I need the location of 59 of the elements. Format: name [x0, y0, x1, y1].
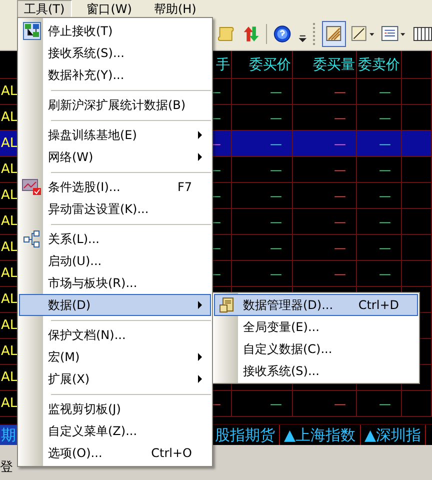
table-cell: AL — [1, 110, 18, 125]
table-cell: — — [379, 188, 391, 202]
table-cell: AL — [1, 240, 18, 255]
table-cell: AL — [1, 266, 18, 281]
menu-bar-item[interactable]: 窗口(W) — [80, 0, 139, 18]
table-cell: — — [334, 396, 346, 410]
menu-item[interactable]: 监视剪切板(J) — [19, 398, 211, 420]
menu-item[interactable]: 自定义数据(C)... — [214, 338, 418, 360]
menu-item[interactable]: 数据(D) — [19, 294, 211, 316]
table-cell: — — [334, 266, 346, 280]
table-cell: — — [270, 396, 282, 410]
table-cell: — — [334, 110, 346, 124]
column-header[interactable]: 委买价 — [249, 56, 291, 74]
table-cell: — — [334, 240, 346, 254]
table-cell: — — [379, 266, 391, 280]
table-cell: — — [334, 84, 346, 98]
table-cell: — — [334, 214, 346, 228]
table-cell: — — [334, 188, 346, 202]
table-cell: — — [379, 162, 391, 176]
column-header[interactable]: 委买量 — [313, 56, 355, 74]
table-cell: — — [270, 162, 282, 176]
column-header[interactable]: 手 — [216, 56, 230, 74]
menu-item[interactable]: 全局变量(E)... — [214, 316, 418, 338]
table-cell: — — [379, 110, 391, 124]
menu-item[interactable]: 选项(O)... Ctrl+O — [19, 442, 211, 464]
menu-item[interactable]: 接收系统(S)... — [19, 42, 211, 64]
table-cell: AL — [1, 84, 18, 99]
table-cell: — — [379, 136, 391, 150]
table-cell: AL — [1, 162, 18, 177]
status-text: 登 — [0, 459, 13, 477]
table-cell: — — [270, 266, 282, 280]
table-cell: AL — [1, 188, 18, 203]
menu-item[interactable]: 保护文档(N)... — [19, 324, 211, 346]
table-cell: — — [270, 136, 282, 150]
table-cell: AL — [1, 370, 18, 385]
table-cell: — — [379, 240, 391, 254]
table-cell: AL — [1, 214, 18, 229]
table-cell: — — [270, 188, 282, 202]
table-cell: AL — [1, 292, 18, 307]
menu-item[interactable]: 扩展(X) — [19, 368, 211, 390]
table-cell: — — [379, 214, 391, 228]
menu-bar-item[interactable]: 帮助(H) — [146, 0, 204, 18]
table-cell: AL — [1, 396, 18, 411]
table-cell: — — [270, 110, 282, 124]
menu-item[interactable]: 数据管理器(D)... Ctrl+D — [214, 294, 418, 316]
table-cell: AL — [1, 344, 18, 359]
table-cell: — — [270, 214, 282, 228]
table-cell: — — [270, 240, 282, 254]
column-header[interactable]: 委卖价 — [358, 56, 400, 74]
table-cell: — — [379, 84, 391, 98]
table-cell: — — [334, 162, 346, 176]
table-cell: — — [379, 396, 391, 410]
menu-item[interactable]: 宏(M) — [19, 346, 211, 368]
table-cell: — — [334, 136, 346, 150]
table-cell: — — [270, 84, 282, 98]
menu-item[interactable]: 接收系统(S)... — [214, 360, 418, 382]
menu-item[interactable]: 自定义菜单(Z)... — [19, 420, 211, 442]
table-cell: AL — [1, 136, 18, 151]
table-cell: AL — [1, 318, 18, 333]
